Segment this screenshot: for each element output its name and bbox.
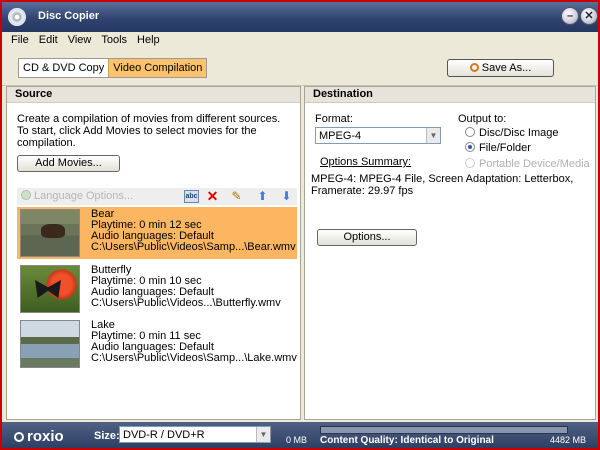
status-bar: roxio Size: DVD-R / DVD+R ▼ 0 MB Content… [2, 422, 598, 448]
minimize-button[interactable]: – [561, 7, 579, 25]
language-options-button[interactable]: Language Options... [21, 190, 133, 202]
window-title: Disc Copier [38, 10, 100, 22]
list-item-lake[interactable]: Lake Playtime: 0 min 11 sec Audio langua… [17, 318, 297, 370]
globe-icon [21, 190, 31, 200]
video-thumbnail [20, 265, 80, 313]
rename-icon[interactable]: abc [184, 190, 199, 203]
radio-label: Disc/Disc Image [479, 127, 559, 139]
item-path: C:\Users\Public\Videos...\Butterfly.wmv [91, 297, 281, 309]
radio-label: File/Folder [479, 142, 531, 154]
radio-disc-image[interactable]: Disc/Disc Image [465, 127, 558, 141]
chevron-down-icon[interactable]: ▼ [426, 128, 440, 143]
radio-icon [465, 158, 475, 168]
close-button[interactable]: ✕ [580, 7, 598, 25]
roxio-logo-icon [14, 432, 24, 442]
menu-tools[interactable]: Tools [96, 32, 132, 49]
radio-icon [465, 142, 475, 152]
list-toolbar: Language Options... abc ✕ ✎ ⬆ ⬇ [17, 188, 297, 205]
tab-video-compilation[interactable]: Video Compilation [108, 59, 207, 77]
video-thumbnail [20, 320, 80, 368]
options-summary-label: Options Summary: [320, 156, 412, 168]
move-down-icon[interactable]: ⬇ [279, 189, 294, 204]
size-label: Size: [94, 430, 120, 442]
save-as-button[interactable]: Save As... [447, 59, 554, 77]
save-as-icon [469, 63, 479, 72]
radio-icon [465, 127, 475, 137]
destination-header: Destination [305, 87, 595, 103]
toolbar: CD & DVD Copy Video Compilation Save As.… [2, 50, 598, 86]
options-summary: MPEG-4: MPEG-4 File, Screen Adaptation: … [311, 173, 574, 197]
output-to-label: Output to: [458, 113, 507, 125]
source-panel: Source Create a compilation of movies fr… [6, 86, 301, 420]
delete-icon[interactable]: ✕ [205, 189, 220, 204]
roxio-logo-text: roxio [27, 428, 64, 445]
title-bar: Disc Copier – ✕ [2, 2, 598, 32]
menu-help[interactable]: Help [132, 32, 165, 49]
used-mb: 0 MB [286, 435, 308, 445]
tab-cd-dvd-copy[interactable]: CD & DVD Copy [19, 59, 108, 77]
add-movies-button[interactable]: Add Movies... [17, 155, 120, 172]
disc-size-select[interactable]: DVD-R / DVD+R ▼ [119, 426, 271, 443]
item-path: C:\Users\Public\Videos\Samp...\Lake.wmv [91, 352, 297, 364]
radio-portable-device: Portable Device/Media [465, 158, 590, 172]
disc-size-value: DVD-R / DVD+R [123, 429, 205, 441]
format-value: MPEG-4 [319, 130, 362, 142]
language-options-label: Language Options... [34, 190, 134, 202]
roxio-logo: roxio [14, 428, 64, 445]
move-up-icon[interactable]: ⬆ [255, 189, 270, 204]
edit-icon[interactable]: ✎ [229, 189, 244, 204]
menu-bar: File Edit View Tools Help [2, 32, 598, 50]
item-path: C:\Users\Public\Videos\Samp...\Bear.wmv [91, 241, 296, 253]
disc-icon [8, 8, 26, 26]
app-window: Disc Copier – ✕ File Edit View Tools Help CD… [0, 0, 600, 450]
destination-panel: Destination Format: MPEG-4 ▼ Output to: … [304, 86, 596, 420]
menu-file[interactable]: File [6, 32, 34, 49]
mode-tabs: CD & DVD Copy Video Compilation [18, 58, 208, 78]
content-quality: Content Quality: Identical to Original [320, 435, 494, 446]
chevron-down-icon[interactable]: ▼ [256, 427, 270, 442]
format-label: Format: [315, 113, 353, 125]
capacity-bar [320, 426, 568, 434]
source-instructions: Create a compilation of movies from diff… [17, 113, 281, 149]
list-item-bear[interactable]: Bear Playtime: 0 min 12 sec Audio langua… [17, 207, 297, 259]
radio-file-folder[interactable]: File/Folder [465, 142, 531, 156]
options-button[interactable]: Options... [317, 229, 417, 246]
menu-edit[interactable]: Edit [34, 32, 63, 49]
save-as-label: Save As... [481, 62, 532, 74]
capacity-mb: 4482 MB [550, 435, 587, 445]
list-item-butterfly[interactable]: Butterfly Playtime: 0 min 10 sec Audio l… [17, 263, 297, 315]
menu-view[interactable]: View [63, 32, 97, 49]
radio-label: Portable Device/Media [479, 158, 590, 170]
source-header: Source [7, 87, 300, 103]
video-thumbnail [20, 209, 80, 257]
format-select[interactable]: MPEG-4 ▼ [315, 127, 441, 144]
